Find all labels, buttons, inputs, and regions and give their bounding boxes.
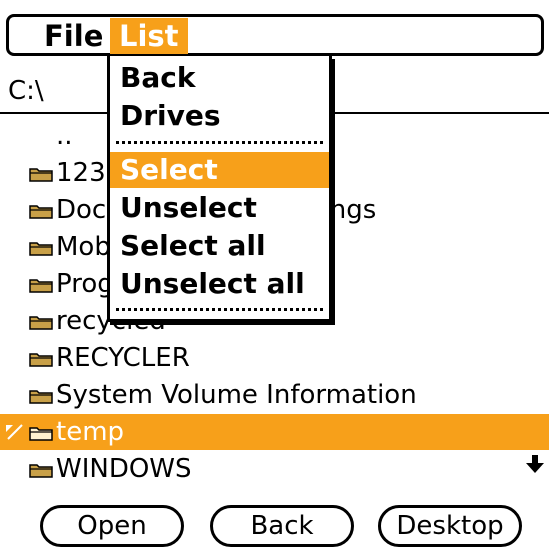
desktop-button[interactable]: Desktop xyxy=(378,505,522,547)
list-item-label: System Volume Information xyxy=(56,380,417,410)
folder-icon xyxy=(29,464,53,478)
file-browser-screen: File List C:\ .. 123 Documents and Setti… xyxy=(0,0,549,552)
folder-icon xyxy=(29,205,53,219)
menu-file[interactable]: File xyxy=(35,18,112,54)
list-item-label: RECYCLER xyxy=(56,343,190,373)
menu-item-unselect[interactable]: Unselect xyxy=(110,190,329,226)
folder-icon xyxy=(29,390,53,404)
menu-separator xyxy=(116,308,323,311)
list-item-label: WINDOWS xyxy=(56,454,192,484)
folder-icon xyxy=(29,279,53,293)
list-item[interactable]: WINDOWS xyxy=(0,451,549,487)
menu-item-select[interactable]: Select xyxy=(110,152,329,188)
list-item-label: 123 xyxy=(56,158,106,188)
current-path: C:\ xyxy=(8,76,44,106)
list-item-selected[interactable]: temp xyxy=(0,414,549,450)
menu-item-drives[interactable]: Drives xyxy=(110,98,329,134)
menu-item-back[interactable]: Back xyxy=(110,60,329,96)
menu-item-unselect-all[interactable]: Unselect all xyxy=(110,266,329,302)
button-bar: Open Back Desktop xyxy=(0,505,549,549)
menu-bar: File List xyxy=(6,14,544,56)
list-item-label: .. xyxy=(56,121,73,151)
list-item[interactable]: RECYCLER xyxy=(0,340,549,376)
menu-list[interactable]: List xyxy=(110,18,188,54)
menu-item-select-all[interactable]: Select all xyxy=(110,228,329,264)
scroll-down-arrow-icon[interactable] xyxy=(525,454,545,474)
folder-icon xyxy=(29,353,53,367)
list-item-label: temp xyxy=(56,417,125,447)
expand-icon xyxy=(6,424,23,440)
list-item[interactable]: System Volume Information xyxy=(0,377,549,413)
folder-icon xyxy=(29,316,53,330)
back-button[interactable]: Back xyxy=(210,505,354,547)
list-menu-dropdown: Back Drives Select Unselect Select all U… xyxy=(107,56,332,322)
menu-separator xyxy=(116,141,323,144)
open-button[interactable]: Open xyxy=(40,505,184,547)
folder-icon xyxy=(29,427,53,441)
folder-icon xyxy=(29,168,53,182)
folder-icon xyxy=(29,242,53,256)
